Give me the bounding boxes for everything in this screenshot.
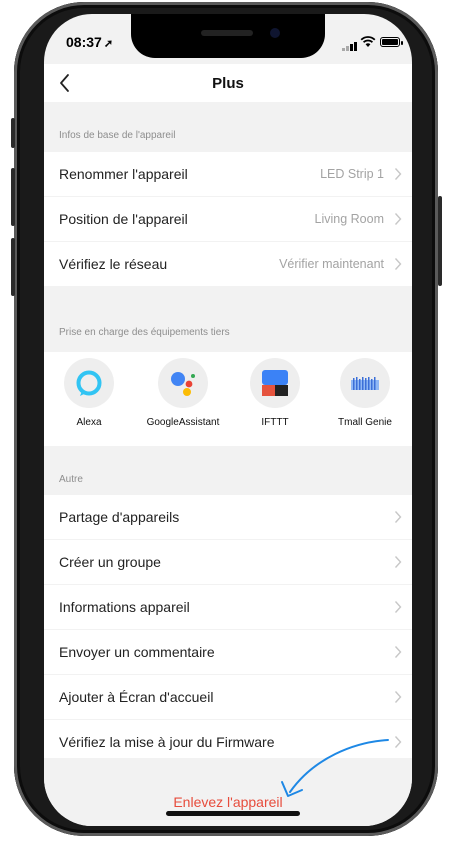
row-label: Envoyer un commentaire	[59, 644, 215, 660]
row-label: Ajouter à Écran d'accueil	[59, 689, 214, 705]
nav-bar: Plus	[44, 64, 412, 102]
row-label: Partage d'appareils	[59, 509, 180, 525]
third-party-tmall-genie[interactable]: Tmall Genie	[320, 358, 410, 428]
chevron-right-icon	[394, 691, 402, 703]
row-share-device[interactable]: Partage d'appareils	[44, 495, 412, 539]
row-rename-device[interactable]: Renommer l'appareil LED Strip 1	[44, 152, 412, 196]
mute-switch	[11, 118, 15, 148]
third-party-name: IFTTT	[261, 417, 289, 428]
row-label: Renommer l'appareil	[59, 166, 188, 182]
chevron-right-icon	[394, 736, 402, 748]
row-add-home-screen[interactable]: Ajouter à Écran d'accueil	[44, 675, 412, 719]
google-assistant-icon	[158, 358, 208, 408]
row-label: Vérifiez la mise à jour du Firmware	[59, 734, 275, 750]
volume-up-button	[11, 168, 15, 226]
row-check-network[interactable]: Vérifiez le réseau Vérifier maintenant	[44, 242, 412, 286]
third-party-google-assistant[interactable]: GoogleAssistant	[138, 358, 228, 428]
status-time: 08:37 ➚	[66, 34, 114, 50]
chevron-right-icon	[394, 258, 402, 270]
chevron-right-icon	[394, 213, 402, 225]
chevron-right-icon	[394, 556, 402, 568]
third-party-alexa[interactable]: Alexa	[44, 358, 134, 428]
page-title: Plus	[212, 75, 244, 92]
row-label: Créer un groupe	[59, 554, 161, 570]
row-create-group[interactable]: Créer un groupe	[44, 540, 412, 584]
row-send-feedback[interactable]: Envoyer un commentaire	[44, 630, 412, 674]
third-party-name: GoogleAssistant	[146, 417, 220, 428]
row-value: Living Room	[314, 212, 384, 226]
notch	[131, 14, 325, 58]
third-party-name: Alexa	[76, 417, 102, 428]
screen: 08:37 ➚ Plus Infos de base de l'appareil …	[44, 14, 412, 826]
section-header-third-party: Prise en charge des équipements tiers	[44, 286, 412, 350]
chevron-right-icon	[394, 646, 402, 658]
row-device-position[interactable]: Position de l'appareil Living Room	[44, 197, 412, 241]
third-party-panel: Alexa GoogleAssistant IFTTT Tmall Genie	[44, 352, 412, 446]
front-camera	[270, 28, 280, 38]
row-value: LED Strip 1	[320, 167, 384, 181]
battery-icon	[380, 37, 403, 47]
chevron-right-icon	[394, 511, 402, 523]
row-label: Position de l'appareil	[59, 211, 188, 227]
row-device-info[interactable]: Informations appareil	[44, 585, 412, 629]
signal-icon	[342, 42, 357, 51]
third-party-ifttt[interactable]: IFTTT	[230, 358, 320, 428]
speaker-grille	[201, 30, 253, 36]
row-value: Vérifier maintenant	[279, 257, 384, 271]
alexa-icon	[64, 358, 114, 408]
tmall-genie-icon	[340, 358, 390, 408]
row-label: Vérifiez le réseau	[59, 256, 168, 272]
volume-down-button	[11, 238, 15, 296]
chevron-right-icon	[394, 601, 402, 613]
row-label: Informations appareil	[59, 599, 190, 615]
location-arrow-icon: ➚	[103, 38, 114, 50]
wifi-icon	[360, 36, 376, 47]
home-indicator	[166, 811, 300, 816]
section-header-basic-info: Infos de base de l'appareil	[44, 102, 412, 150]
section-header-other: Autre	[44, 446, 412, 494]
power-button	[438, 196, 442, 286]
chevron-right-icon	[394, 168, 402, 180]
ifttt-icon	[250, 358, 300, 408]
third-party-name: Tmall Genie	[338, 417, 392, 428]
annotation-arrow-icon	[281, 739, 389, 797]
